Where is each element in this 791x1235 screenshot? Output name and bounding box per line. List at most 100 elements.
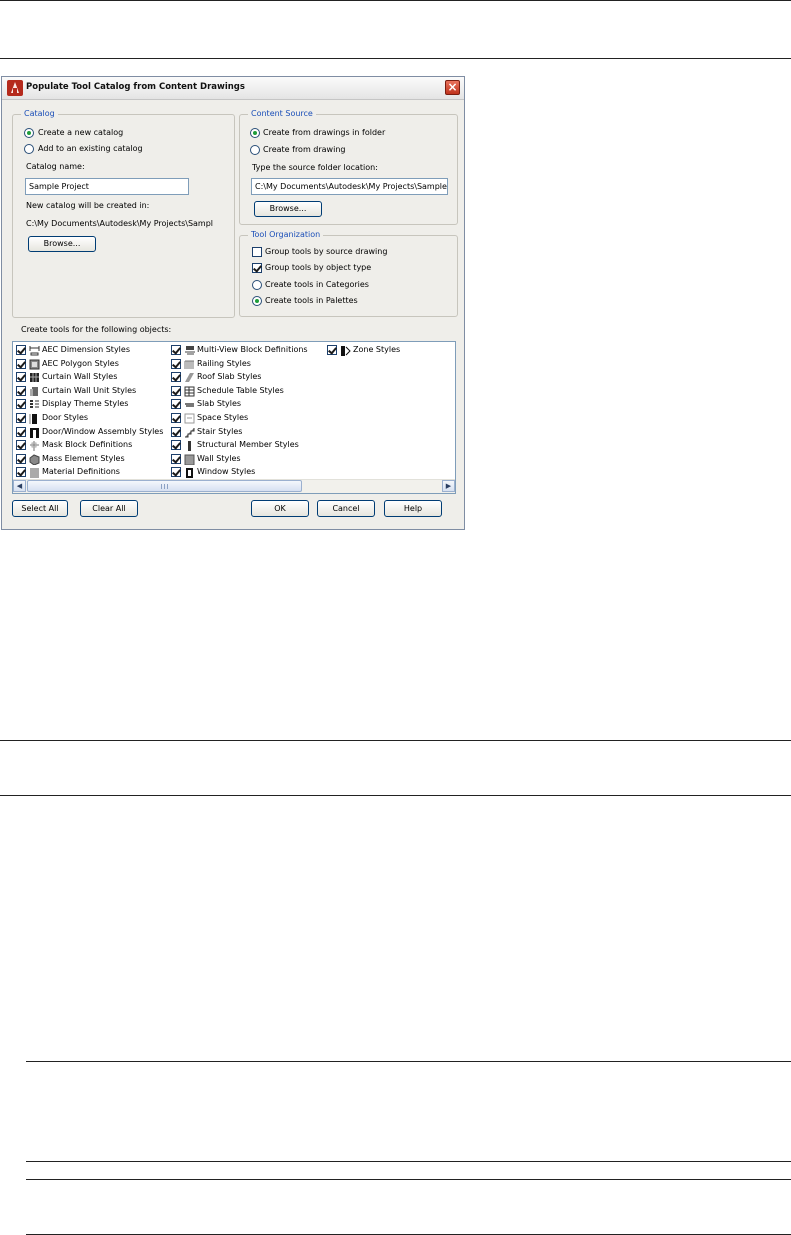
create-from-folder-radio[interactable] — [250, 128, 260, 138]
create-in-palettes-label[interactable]: Create tools in Palettes — [265, 296, 358, 305]
content-source-legend: Content Source — [248, 109, 316, 118]
object-label: Display Theme Styles — [42, 399, 129, 409]
object-checkbox[interactable] — [171, 467, 181, 478]
page-rule — [26, 1061, 791, 1062]
source-folder-label: Type the source folder location: — [252, 163, 378, 172]
catalog-group: Catalog Create a new catalog Add to an e… — [12, 109, 235, 318]
arrow-right-icon: ▶ — [445, 482, 452, 490]
slab-icon — [185, 403, 194, 408]
object-checkbox[interactable] — [327, 345, 337, 355]
object-checkbox[interactable] — [171, 385, 181, 396]
object-checkbox[interactable] — [16, 426, 26, 437]
object-checkbox[interactable] — [16, 453, 26, 464]
create-in-categories-label[interactable]: Create tools in Categories — [265, 280, 369, 289]
door-window-assembly-icon — [30, 427, 39, 438]
select-all-button[interactable]: Select All — [12, 500, 68, 517]
object-label: AEC Polygon Styles — [42, 358, 119, 368]
stair-icon — [185, 427, 195, 438]
mass-element-icon — [29, 454, 40, 465]
object-label: Stair Styles — [197, 426, 243, 436]
object-checkbox[interactable] — [171, 345, 181, 355]
object-checkbox[interactable] — [171, 372, 181, 383]
object-checkbox[interactable] — [16, 358, 26, 369]
schedule-table-icon — [184, 386, 195, 397]
populate-tool-catalog-dialog: Populate Tool Catalog from Content Drawi… — [1, 76, 465, 530]
create-in-categories-radio[interactable] — [252, 280, 262, 290]
curtain-wall-icon — [30, 373, 39, 383]
clear-all-button[interactable]: Clear All — [80, 500, 138, 517]
page-rule — [0, 58, 791, 59]
structural-member-icon — [188, 441, 191, 452]
create-from-drawing-radio[interactable] — [250, 145, 260, 155]
polygon-icon — [29, 359, 40, 370]
scroll-right-button[interactable]: ▶ — [442, 480, 455, 492]
autodesk-app-icon — [7, 80, 23, 96]
add-existing-catalog-radio[interactable] — [24, 144, 34, 154]
object-checkbox[interactable] — [171, 399, 181, 410]
create-new-catalog-radio[interactable] — [24, 128, 34, 138]
dialog-title: Populate Tool Catalog from Content Drawi… — [26, 82, 245, 92]
object-checkbox[interactable] — [171, 358, 181, 369]
object-label: Window Styles — [197, 467, 256, 477]
mask-block-icon — [30, 441, 39, 452]
page-rule — [26, 1179, 791, 1180]
source-folder-input[interactable]: C:\My Documents\Autodesk\My Projects\Sam… — [251, 178, 448, 195]
ok-button[interactable]: OK — [251, 500, 309, 517]
object-label: Roof Slab Styles — [197, 372, 262, 382]
title-bar[interactable]: Populate Tool Catalog from Content Drawi… — [2, 77, 464, 100]
group-by-type-label[interactable]: Group tools by object type — [265, 263, 371, 272]
cancel-button[interactable]: Cancel — [317, 500, 375, 517]
create-new-catalog-label[interactable]: Create a new catalog — [38, 128, 123, 137]
object-checkbox[interactable] — [16, 467, 26, 478]
objects-list[interactable]: AEC Dimension Styles AEC Polygon Styles Cu… — [12, 341, 456, 494]
horizontal-scrollbar[interactable]: ◀ ▶ — [13, 479, 455, 493]
railing-icon — [184, 360, 194, 369]
close-button[interactable]: × — [445, 80, 460, 95]
object-checkbox[interactable] — [16, 399, 26, 410]
group-by-type-checkbox[interactable] — [252, 263, 262, 273]
material-icon — [30, 468, 39, 478]
space-icon — [184, 413, 195, 424]
page-rule-top — [0, 0, 791, 1]
catalog-name-input[interactable]: Sample Project — [25, 178, 189, 195]
object-checkbox[interactable] — [16, 440, 26, 451]
scroll-left-button[interactable]: ◀ — [13, 480, 26, 492]
catalog-browse-button[interactable]: Browse... — [28, 236, 96, 252]
add-existing-catalog-label[interactable]: Add to an existing catalog — [38, 144, 143, 153]
multi-view-block-icon — [185, 346, 195, 355]
display-theme-icon — [30, 400, 39, 409]
create-from-drawing-label[interactable]: Create from drawing — [263, 145, 345, 154]
object-checkbox[interactable] — [16, 385, 26, 396]
object-label: Space Styles — [197, 413, 249, 422]
close-icon: × — [447, 80, 458, 94]
group-by-source-checkbox[interactable] — [252, 247, 262, 257]
object-checkbox[interactable] — [16, 372, 26, 383]
content-source-group: Content Source Create from drawings in f… — [239, 109, 458, 225]
object-checkbox[interactable] — [16, 345, 26, 355]
object-checkbox[interactable] — [171, 440, 181, 451]
object-checkbox[interactable] — [171, 413, 181, 423]
catalog-name-label: Catalog name: — [26, 162, 85, 171]
catalog-legend: Catalog — [21, 109, 58, 118]
object-label: Door/Window Assembly Styles — [42, 426, 164, 436]
catalog-location-path: C:\My Documents\Autodesk\My Projects\Sam… — [26, 219, 214, 228]
page-rule — [26, 1161, 791, 1162]
object-label: Door Styles — [42, 413, 89, 422]
object-checkbox[interactable] — [16, 413, 26, 423]
create-in-palettes-radio[interactable] — [252, 296, 262, 306]
object-checkbox[interactable] — [171, 426, 181, 437]
source-browse-button[interactable]: Browse... — [254, 201, 322, 217]
group-by-source-label[interactable]: Group tools by source drawing — [265, 247, 387, 256]
object-checkbox[interactable] — [171, 453, 181, 464]
page-rule — [0, 795, 791, 796]
scrollbar-thumb[interactable] — [27, 480, 302, 492]
curtain-wall-unit-icon — [30, 386, 38, 396]
object-label: Material Definitions — [42, 467, 120, 477]
object-label: Curtain Wall Unit Styles — [42, 385, 137, 395]
wall-icon — [184, 454, 195, 465]
create-from-folder-label[interactable]: Create from drawings in folder — [263, 128, 385, 137]
window-icon — [186, 468, 193, 479]
zone-icon — [341, 346, 351, 356]
object-label: Slab Styles — [197, 399, 242, 409]
help-button[interactable]: Help — [384, 500, 442, 517]
